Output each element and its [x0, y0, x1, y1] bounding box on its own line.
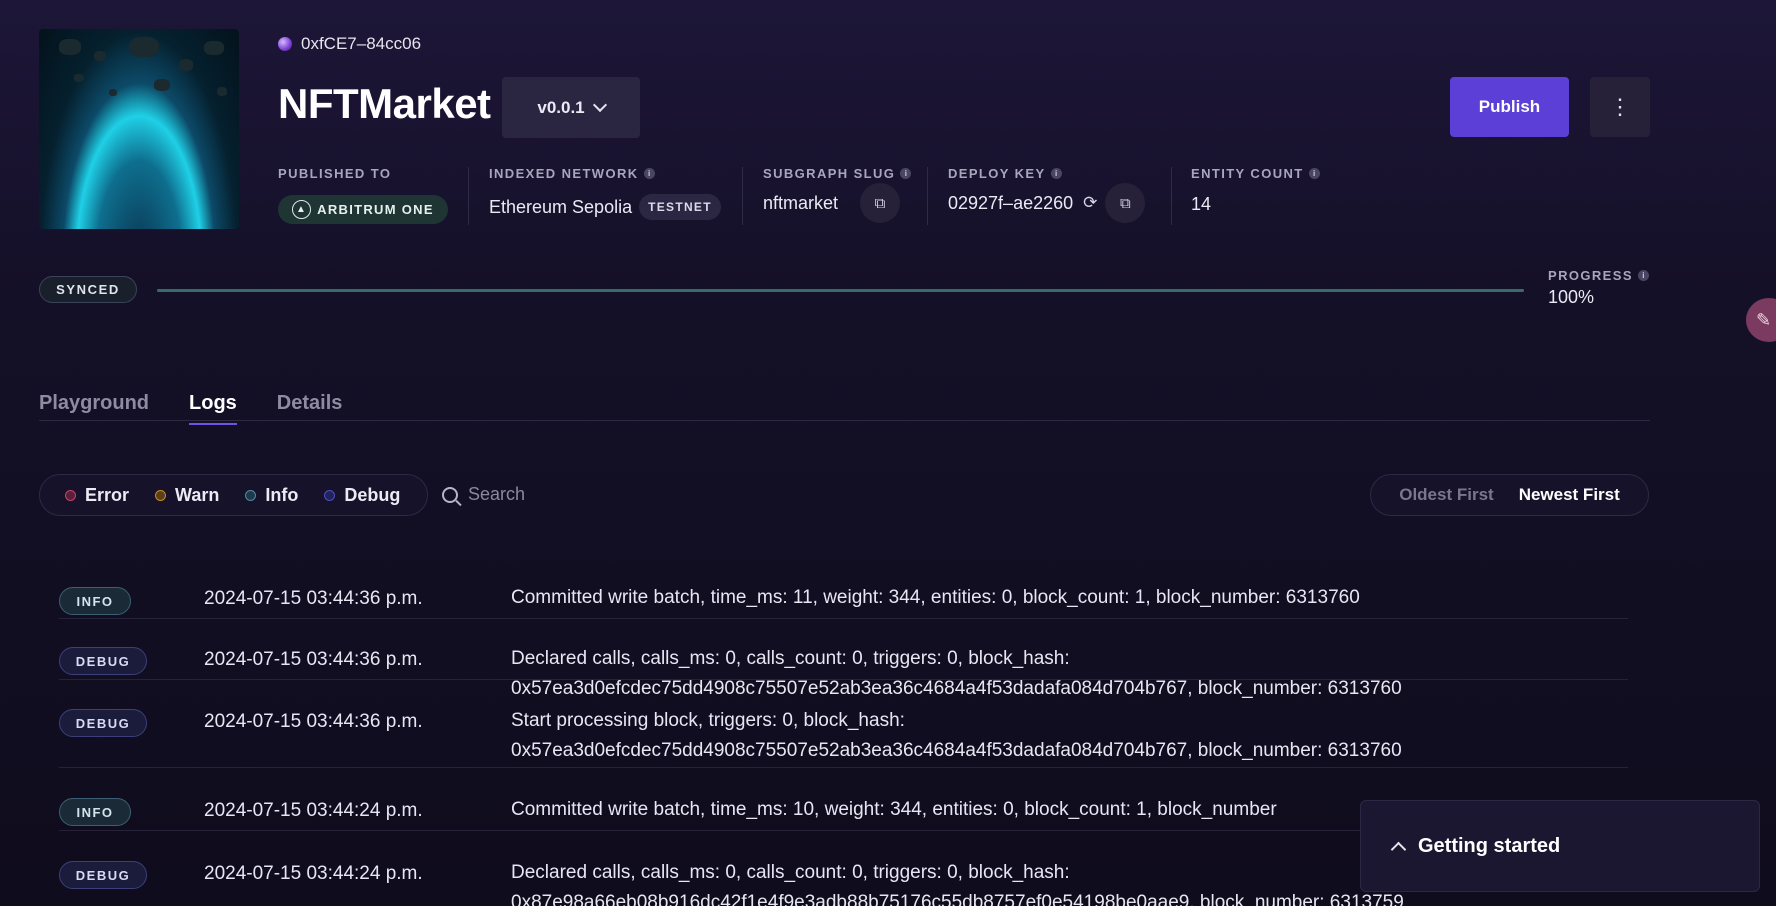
info-icon[interactable]: i: [900, 168, 912, 179]
log-timestamp: 2024-07-15 03:44:24 p.m.: [204, 863, 423, 884]
info-icon[interactable]: i: [643, 168, 655, 179]
info-icon[interactable]: i: [1637, 270, 1649, 281]
log-message: Committed write batch, time_ms: 11, weig…: [511, 587, 1360, 608]
info-icon[interactable]: i: [1050, 168, 1062, 179]
published-network-text: ARBITRUM ONE: [317, 202, 434, 217]
copy-slug-button[interactable]: ⧉: [860, 183, 901, 223]
feedback-widget-button[interactable]: ✎: [1746, 298, 1776, 342]
getting-started-panel[interactable]: Getting started: [1360, 800, 1760, 892]
deploy-key-value: 02927f–ae2260: [948, 192, 1074, 213]
subgraph-slug-label: SUBGRAPH SLUG i: [763, 166, 912, 181]
subgraph-owner-address[interactable]: 0xfCE7–84cc06: [278, 34, 421, 54]
indexed-network-label-text: INDEXED NETWORK: [489, 166, 639, 181]
warn-dot-icon: [155, 489, 167, 501]
arbitrum-icon: ▲: [292, 200, 312, 219]
divider: [742, 167, 743, 225]
sync-progress-fill: [157, 289, 1524, 292]
deploy-key-label: DEPLOY KEY i: [948, 166, 1145, 181]
chat-icon: ✎: [1756, 309, 1772, 330]
log-search[interactable]: Search: [442, 484, 525, 505]
log-message: Start processing block, triggers: 0, blo…: [511, 710, 1402, 761]
search-input[interactable]: Search: [468, 484, 525, 505]
log-timestamp: 2024-07-15 03:44:36 p.m.: [204, 588, 423, 609]
subgraph-title: NFTMarket: [278, 80, 491, 127]
more-vertical-icon: ⋮: [1609, 94, 1631, 119]
log-level-badge: DEBUG: [59, 709, 147, 737]
copy-icon: ⧉: [874, 194, 886, 212]
sync-status-badge: SYNCED: [39, 276, 137, 303]
copy-deploy-key-button[interactable]: ⧉: [1105, 183, 1146, 223]
info-icon[interactable]: i: [1308, 168, 1320, 179]
subgraph-slug-section: SUBGRAPH SLUG i nftmarket ⧉: [763, 166, 912, 223]
divider: [468, 167, 469, 225]
published-to-section: PUBLISHED TO: [278, 166, 391, 181]
indexed-network-label: INDEXED NETWORK i: [489, 166, 721, 181]
sync-progress-bar: [157, 289, 1524, 292]
log-level-filters: Error Warn Info Debug: [39, 474, 428, 516]
copy-icon: ⧉: [1120, 194, 1131, 212]
sort-oldest-first[interactable]: Oldest First: [1399, 485, 1493, 505]
log-level-badge: DEBUG: [59, 861, 147, 889]
progress-label: PROGRESS i: [1548, 268, 1649, 283]
entity-count-label-text: ENTITY COUNT: [1191, 166, 1304, 181]
deploy-key-label-text: DEPLOY KEY: [948, 166, 1046, 181]
version-label: v0.0.1: [537, 97, 585, 117]
owner-avatar-icon: [278, 37, 292, 51]
indexed-network-section: INDEXED NETWORK i Ethereum Sepolia TESTN…: [489, 166, 721, 220]
info-dot-icon: [245, 489, 257, 501]
search-icon: [442, 486, 458, 503]
row-divider: [59, 679, 1628, 680]
filter-warn[interactable]: Warn: [155, 485, 219, 506]
published-to-label: PUBLISHED TO: [278, 166, 392, 181]
more-options-button[interactable]: ⋮: [1590, 77, 1650, 137]
debug-dot-icon: [324, 489, 336, 501]
entity-count-section: ENTITY COUNT i 14: [1191, 166, 1320, 215]
entity-count-label: ENTITY COUNT i: [1191, 166, 1320, 181]
filter-error[interactable]: Error: [65, 485, 129, 506]
divider: [927, 167, 928, 225]
log-message: Committed write batch, time_ms: 10, weig…: [511, 799, 1277, 820]
filter-error-label: Error: [85, 484, 130, 505]
filter-info[interactable]: Info: [245, 485, 298, 506]
version-selector[interactable]: v0.0.1: [502, 77, 640, 138]
divider: [1171, 167, 1172, 225]
log-timestamp: 2024-07-15 03:44:24 p.m.: [204, 800, 423, 821]
log-timestamp: 2024-07-15 03:44:36 p.m.: [204, 711, 423, 732]
error-dot-icon: [65, 489, 76, 501]
progress-value: 100%: [1548, 287, 1595, 307]
log-level-badge: INFO: [59, 587, 131, 615]
subgraph-slug-value: nftmarket: [763, 192, 839, 213]
publish-button[interactable]: Publish: [1450, 77, 1569, 137]
log-level-badge: DEBUG: [59, 647, 147, 675]
getting-started-label: Getting started: [1418, 834, 1561, 857]
log-message: Declared calls, calls_ms: 0, calls_count…: [511, 648, 1402, 699]
owner-address-text: 0xfCE7–84cc06: [301, 34, 422, 53]
filter-warn-label: Warn: [175, 484, 220, 505]
sort-order-toggle: Oldest First Newest First: [1370, 474, 1649, 516]
entity-count-value: 14: [1191, 194, 1212, 214]
filter-debug-label: Debug: [344, 484, 401, 505]
chevron-down-icon: [592, 97, 607, 113]
refresh-icon[interactable]: ⟳: [1083, 193, 1097, 213]
progress-label-text: PROGRESS: [1548, 268, 1633, 283]
filter-info-label: Info: [265, 484, 299, 505]
row-divider: [59, 618, 1628, 619]
subgraph-slug-label-text: SUBGRAPH SLUG: [763, 166, 896, 181]
indexed-network-value: Ethereum Sepolia: [489, 196, 633, 217]
log-level-badge: INFO: [59, 798, 131, 826]
sort-newest-first[interactable]: Newest First: [1519, 485, 1620, 505]
deploy-key-section: DEPLOY KEY i 02927f–ae2260 ⟳ ⧉: [948, 166, 1146, 223]
subgraph-thumbnail: [39, 29, 239, 229]
log-timestamp: 2024-07-15 03:44:36 p.m.: [204, 649, 423, 670]
row-divider: [59, 767, 1628, 768]
filter-debug[interactable]: Debug: [324, 485, 400, 506]
published-network-badge: ▲ ARBITRUM ONE: [278, 195, 448, 224]
testnet-badge: TESTNET: [639, 194, 721, 220]
chevron-up-icon: [1390, 841, 1407, 857]
tabs-divider: [39, 420, 1650, 421]
